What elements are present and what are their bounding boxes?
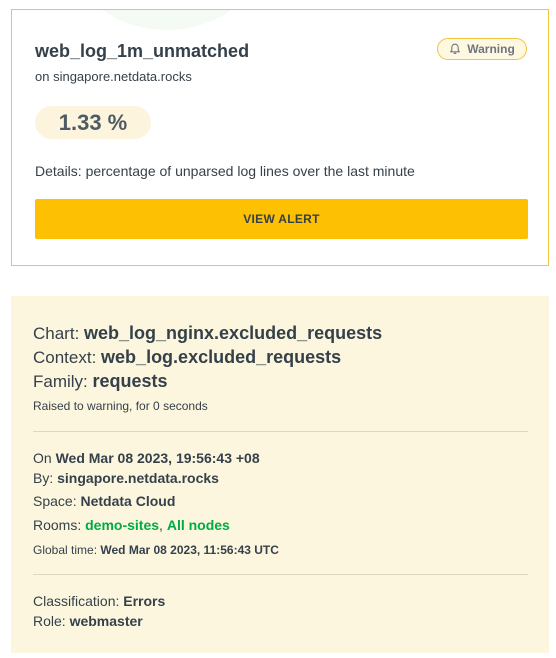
chart-value: web_log_nginx.excluded_requests: [84, 323, 383, 343]
room-link-all-nodes[interactable]: All nodes: [167, 517, 230, 533]
status-badge: Warning: [437, 38, 527, 60]
on-value: Wed Mar 08 2023, 19:56:43 +08: [55, 450, 260, 466]
alert-value: 1.33 %: [35, 106, 151, 139]
global-time-label: Global time:: [33, 543, 98, 557]
bell-icon: [449, 43, 461, 55]
on-row: On Wed Mar 08 2023, 19:56:43 +08: [33, 450, 260, 466]
family-row: Family: requests: [33, 371, 168, 392]
rooms-label: Rooms:: [33, 517, 82, 533]
space-label: Space:: [33, 493, 77, 509]
by-value: singapore.netdata.rocks: [57, 470, 219, 486]
context-label: Context:: [33, 348, 97, 367]
global-time-row: Global time: Wed Mar 08 2023, 11:56:43 U…: [33, 543, 279, 557]
alert-details: Details: percentage of unparsed log line…: [35, 163, 415, 179]
chart-label: Chart:: [33, 324, 80, 343]
by-row: By: singapore.netdata.rocks: [33, 470, 219, 486]
global-time-value: Wed Mar 08 2023, 11:56:43 UTC: [100, 543, 279, 557]
context-value: web_log.excluded_requests: [101, 347, 342, 367]
chart-row: Chart: web_log_nginx.excluded_requests: [33, 323, 382, 344]
view-alert-button[interactable]: VIEW ALERT: [35, 199, 528, 239]
classification-row: Classification: Errors: [33, 593, 165, 609]
context-row: Context: web_log.excluded_requests: [33, 347, 341, 368]
family-label: Family:: [33, 372, 88, 391]
role-row: Role: webmaster: [33, 613, 143, 629]
room-link-demo-sites[interactable]: demo-sites: [85, 517, 159, 533]
family-value: requests: [92, 371, 168, 391]
alert-name: web_log_1m_unmatched: [35, 41, 250, 61]
alert-info-panel: Chart: web_log_nginx.excluded_requests C…: [11, 296, 549, 653]
alert-notification-page: web_log_1m_unmatched on singapore.netdat…: [0, 0, 556, 658]
role-label: Role:: [33, 613, 66, 629]
rooms-separator: ,: [159, 517, 167, 533]
divider: [33, 574, 528, 575]
classification-label: Classification:: [33, 593, 120, 609]
classification-value: Errors: [123, 593, 166, 609]
background-decoration: [62, 10, 272, 30]
by-label: By:: [33, 470, 54, 486]
space-value: Netdata Cloud: [80, 493, 176, 509]
rooms-row: Rooms: demo-sites, All nodes: [33, 517, 230, 533]
role-value: webmaster: [69, 613, 143, 629]
space-row: Space: Netdata Cloud: [33, 493, 175, 509]
alert-card: web_log_1m_unmatched on singapore.netdat…: [11, 9, 549, 266]
raised-status-text: Raised to warning, for 0 seconds: [33, 399, 208, 413]
divider: [33, 431, 528, 432]
on-label: On: [33, 450, 52, 466]
alert-host: on singapore.netdata.rocks: [35, 69, 192, 84]
status-badge-label: Warning: [467, 42, 515, 56]
